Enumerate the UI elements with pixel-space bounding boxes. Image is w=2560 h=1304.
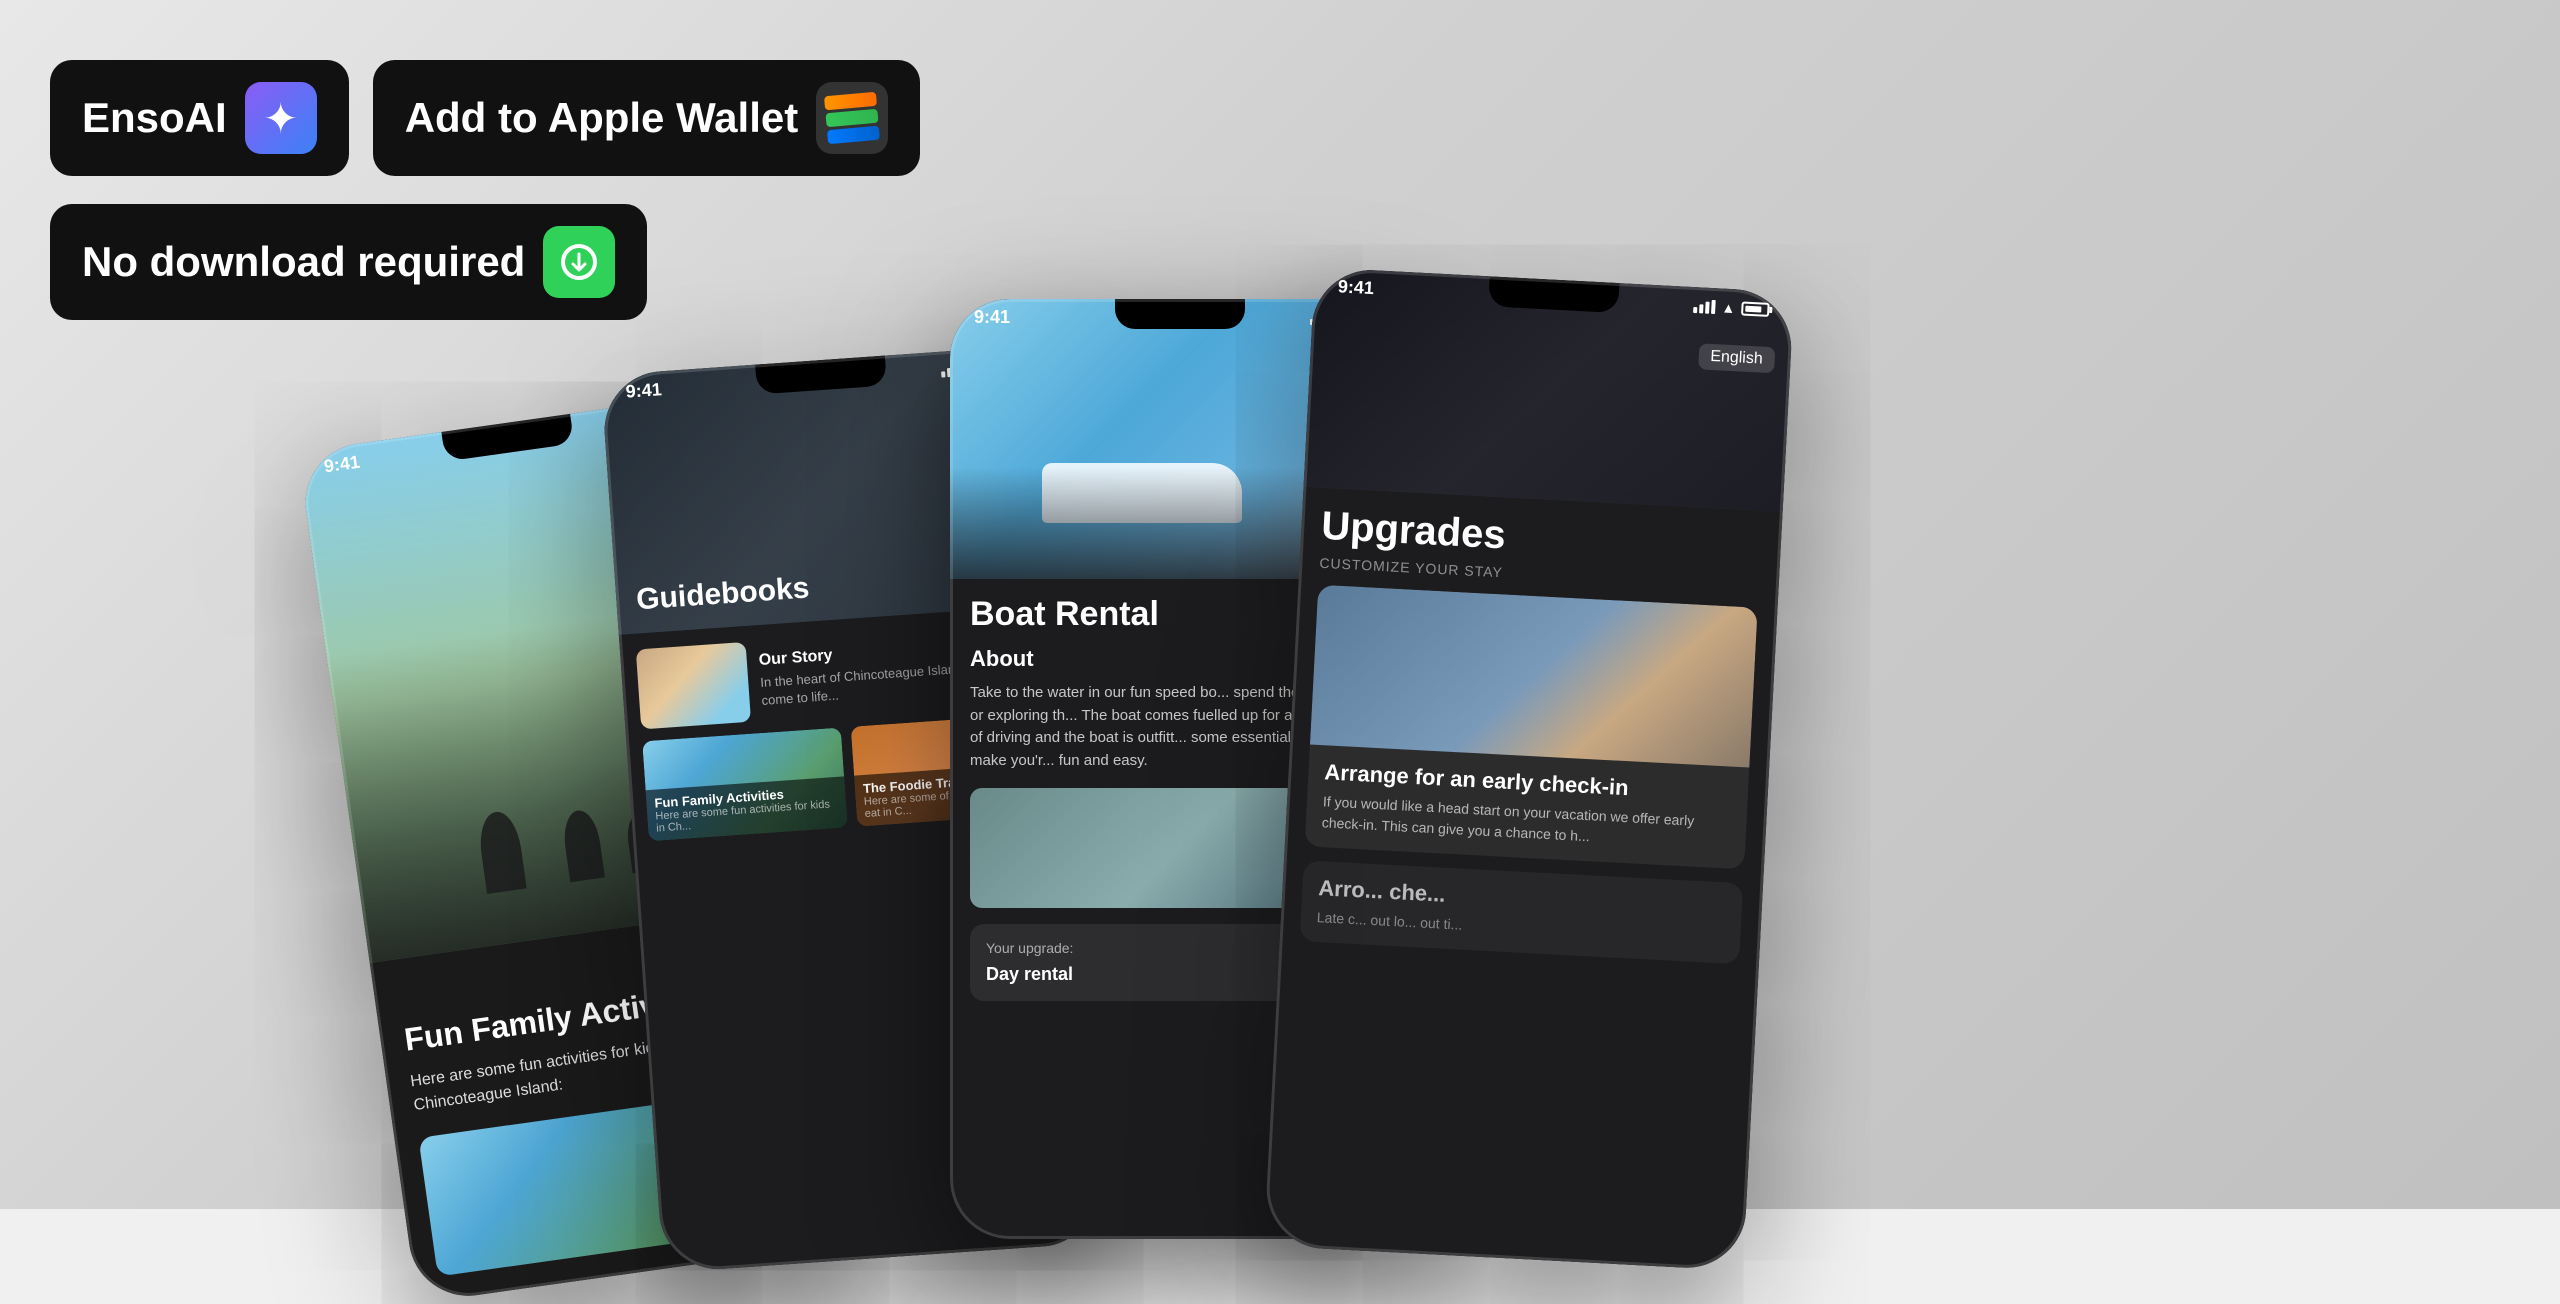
- status-time-4: 9:41: [1337, 276, 1374, 299]
- signal-bar-4-1: [1693, 306, 1697, 312]
- no-download-badge[interactable]: No download required: [50, 204, 647, 320]
- early-checkin-body: Arrange for an early check-in If you wou…: [1305, 744, 1750, 869]
- story-thumbnail: [636, 642, 751, 729]
- boat-upgrade-name: Day rental: [986, 964, 1073, 985]
- wallet-card-2: [826, 109, 879, 127]
- battery-fill-4: [1745, 305, 1761, 312]
- status-time-2: 9:41: [625, 379, 662, 402]
- signal-bar-4-2: [1699, 304, 1703, 313]
- wallet-label: Add to Apple Wallet: [405, 94, 799, 142]
- wallet-cards-decoration: [824, 92, 880, 144]
- enso-badge[interactable]: EnsoAI ✦: [50, 60, 349, 176]
- download-arrow-svg: [567, 250, 591, 274]
- sparkle-icon: ✦: [263, 94, 298, 143]
- download-icon: [543, 226, 615, 298]
- wallet-icon: [816, 82, 888, 154]
- signal-bars-4: [1693, 298, 1716, 313]
- wallet-card-1: [824, 92, 877, 110]
- enso-label: EnsoAI: [82, 94, 227, 142]
- upgrades-screen: English Upgrades CUSTOMIZE YOUR STAY Arr…: [1264, 267, 1795, 1271]
- battery-tip-4: [1769, 306, 1772, 312]
- signal-bar-2-1: [941, 371, 945, 377]
- upgrades-content: Upgrades CUSTOMIZE YOUR STAY Arrange for…: [1278, 487, 1783, 995]
- battery-icon-4: [1741, 301, 1770, 316]
- wallet-card-3: [827, 126, 880, 144]
- guidebook-grid-item-1[interactable]: Fun Family Activities Here are some fun …: [642, 727, 847, 841]
- download-arrow-circle: [561, 244, 597, 280]
- phone-screen-4: 9:41 ▲: [1264, 267, 1795, 1271]
- wifi-icon-4: ▲: [1721, 299, 1736, 316]
- phone-upgrades: 9:41 ▲: [1264, 267, 1795, 1271]
- enso-icon: ✦: [245, 82, 317, 154]
- late-checkout-card[interactable]: Arro... che... Late c... out lo... out t…: [1300, 860, 1744, 964]
- early-checkin-card[interactable]: Arrange for an early check-in If you wou…: [1305, 585, 1758, 870]
- badge-row-1: EnsoAI ✦ Add to Apple Wallet: [50, 60, 920, 176]
- no-download-label: No download required: [82, 238, 525, 286]
- badges-container: EnsoAI ✦ Add to Apple Wallet No download…: [50, 60, 920, 320]
- late-checkout-body: Arro... che... Late c... out lo... out t…: [1300, 860, 1744, 964]
- signal-bar-4-3: [1705, 301, 1710, 313]
- couple-thumbnail: [1310, 585, 1758, 768]
- apple-wallet-badge[interactable]: Add to Apple Wallet: [373, 60, 921, 176]
- signal-bar-4-4: [1711, 299, 1716, 313]
- upgrades-lang-badge[interactable]: English: [1698, 343, 1776, 373]
- badge-row-2: No download required: [50, 204, 920, 320]
- status-icons-4: ▲: [1693, 295, 1770, 320]
- status-time-3: 9:41: [974, 307, 1010, 328]
